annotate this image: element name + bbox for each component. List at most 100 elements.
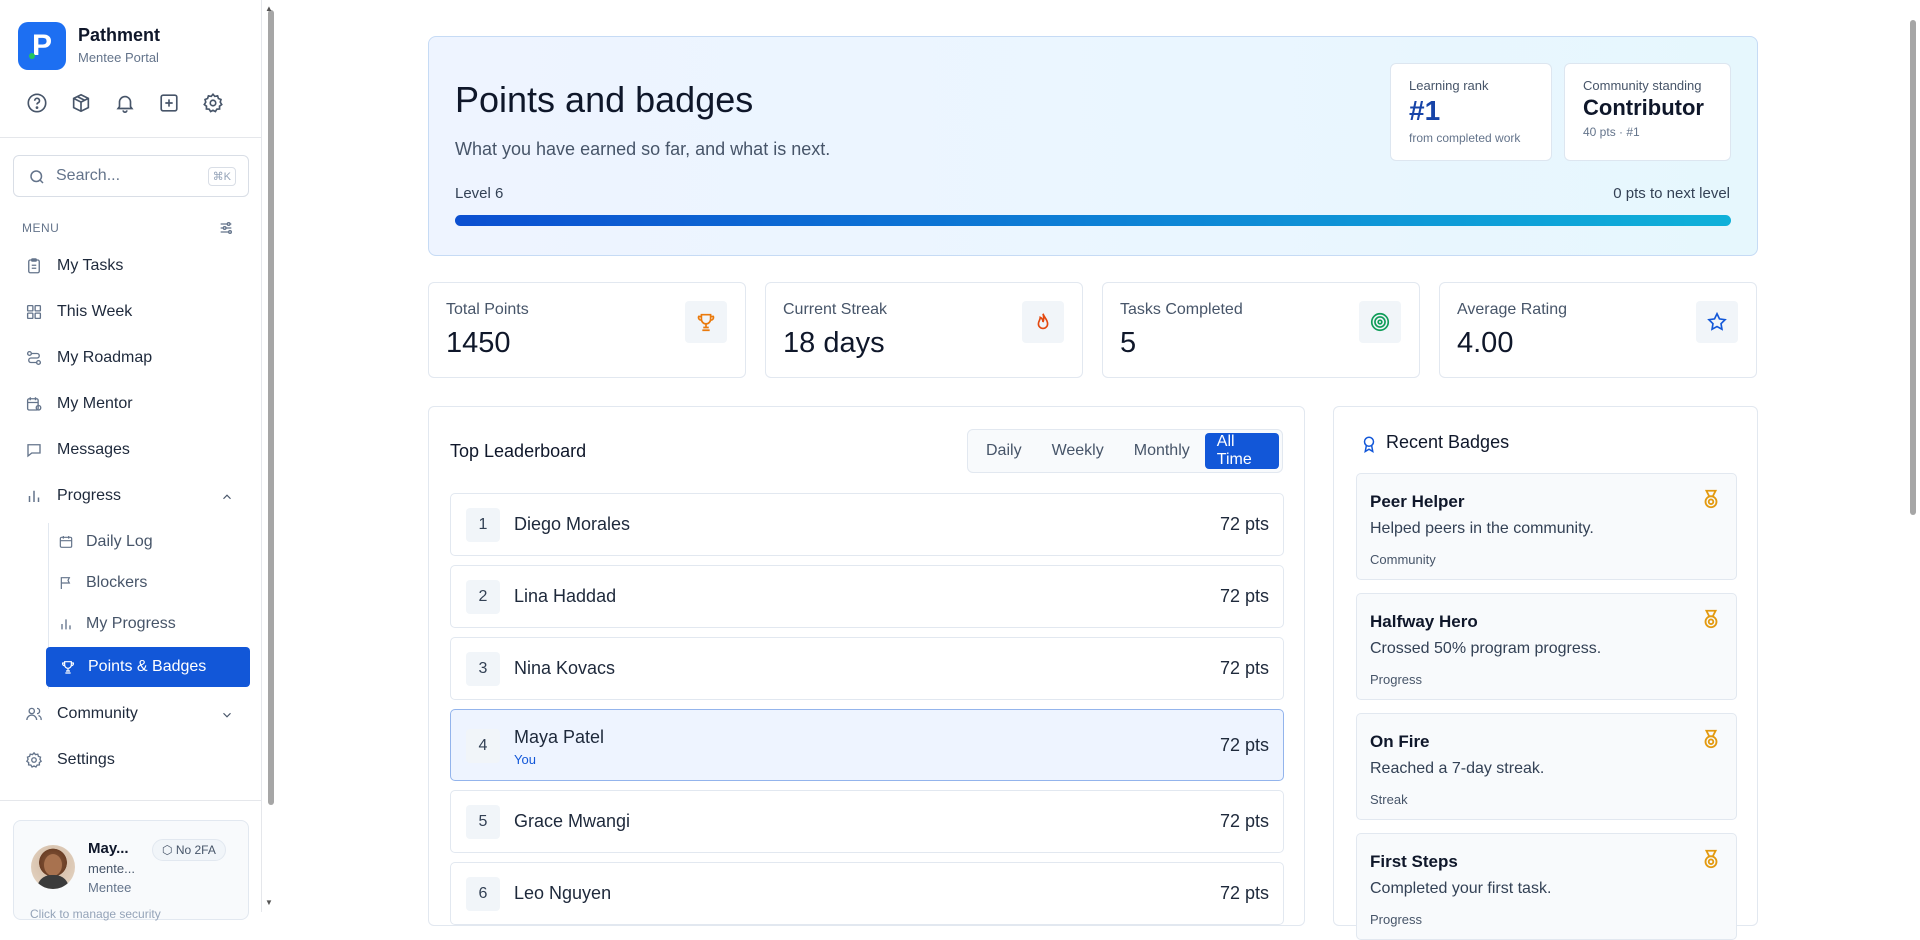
sidebar-toolbar <box>26 92 224 114</box>
award-icon <box>1363 436 1375 454</box>
sidebar-item-label: Messages <box>57 441 130 458</box>
sidebar-subitem-points-badges[interactable]: Points & Badges <box>46 647 250 687</box>
tab-all-time[interactable]: All Time <box>1204 433 1279 469</box>
badge-card[interactable]: Halfway Hero Crossed 50% program progres… <box>1356 593 1737 700</box>
sidebar-subitem-daily-log[interactable]: Daily Log <box>58 533 153 551</box>
divider <box>0 137 262 138</box>
bar-chart-icon <box>28 490 40 502</box>
target-icon <box>1370 312 1390 332</box>
sidebar-subitem-my-progress[interactable]: My Progress <box>58 615 176 633</box>
sidebar: P Pathment Mentee Portal Search... ⌘K ME… <box>0 0 262 921</box>
badge-card[interactable]: First Steps Completed your first task. P… <box>1356 833 1737 940</box>
sidebar-item-label: Progress <box>57 487 122 504</box>
chevron-down-icon[interactable] <box>220 708 234 722</box>
learning-rank-value: #1 <box>1409 95 1441 126</box>
twofa-badge[interactable]: ⬡ No 2FA <box>152 839 226 861</box>
sidebar-scrollbar-thumb[interactable] <box>268 10 274 805</box>
new-item-icon[interactable] <box>158 92 180 114</box>
badge-title: Halfway Hero <box>1370 612 1478 631</box>
sidebar-item-label: My Mentor <box>57 395 133 412</box>
leaderboard-row[interactable]: 5 Grace Mwangi 72 pts <box>450 790 1284 853</box>
sidebar-item-my-mentor[interactable]: My Mentor <box>25 395 133 413</box>
leaderboard-row[interactable]: 1 Diego Morales 72 pts <box>450 493 1284 556</box>
stat-value: 4.00 <box>1457 327 1514 359</box>
community-standing-card: Community standing Contributor 40 pts · … <box>1564 63 1731 161</box>
member-points: 72 pts <box>1219 658 1269 678</box>
user-email: mente... <box>88 861 135 876</box>
clipboard-icon <box>28 258 40 274</box>
sidebar-item-my-tasks[interactable]: My Tasks <box>25 257 123 275</box>
grid-icon <box>26 304 42 320</box>
leaderboard-tabs: Daily Weekly Monthly All Time <box>967 429 1283 473</box>
stat-value: 18 days <box>783 327 885 359</box>
leaderboard-row[interactable]: 3 Nina Kovacs 72 pts <box>450 637 1284 700</box>
badge-card[interactable]: On Fire Reached a 7-day streak. Streak <box>1356 713 1737 820</box>
tab-monthly[interactable]: Monthly <box>1119 433 1205 469</box>
tab-daily[interactable]: Daily <box>971 433 1037 469</box>
star-icon <box>1707 311 1727 331</box>
badge-card[interactable]: Peer Helper Helped peers in the communit… <box>1356 473 1737 580</box>
page-subtitle: What you have earned so far, and what is… <box>455 139 831 159</box>
leaderboard-row[interactable]: 6 Leo Nguyen 72 pts <box>450 862 1284 925</box>
sidebar-item-messages[interactable]: Messages <box>25 441 130 459</box>
sidebar-item-this-week[interactable]: This Week <box>25 303 132 321</box>
medal-icon <box>1704 849 1718 869</box>
app-logo[interactable]: P <box>18 22 66 70</box>
rank-number: 4 <box>466 729 500 763</box>
help-icon[interactable] <box>26 92 48 114</box>
search-placeholder: Search... <box>56 167 121 184</box>
app-name: Pathment <box>78 25 161 45</box>
learning-rank-sub: from completed work <box>1409 131 1521 145</box>
flag-icon <box>60 577 71 589</box>
member-points: 72 pts <box>1219 514 1269 534</box>
sidebar-item-community[interactable]: Community <box>25 705 138 723</box>
sidebar-item-settings[interactable]: Settings <box>25 751 115 769</box>
tab-weekly[interactable]: Weekly <box>1037 433 1119 469</box>
sliders-icon[interactable] <box>218 220 234 236</box>
sidebar-item-label: My Roadmap <box>57 349 153 366</box>
package-icon[interactable] <box>70 92 92 114</box>
badge-title: On Fire <box>1370 732 1430 751</box>
scroll-up-icon[interactable]: ▲ <box>265 4 273 13</box>
page-scrollbar-thumb[interactable] <box>1910 20 1916 515</box>
badge-description: Reached a 7-day streak. <box>1370 760 1545 777</box>
stat-tasks-completed: Tasks Completed 5 <box>1102 282 1420 378</box>
member-points: 72 pts <box>1219 883 1269 903</box>
chevron-up-icon[interactable] <box>220 490 234 504</box>
member-name: Lina Haddad <box>514 586 617 606</box>
member-name: Diego Morales <box>514 514 631 534</box>
user-card[interactable]: May... mente... Mentee ⬡ No 2FA Click to… <box>13 820 249 921</box>
leaderboard-row-current-user[interactable]: 4 Maya Patel You 72 pts <box>450 709 1284 781</box>
stat-icon-box <box>1696 301 1738 343</box>
learning-rank-label: Learning rank <box>1409 78 1489 93</box>
medal-icon <box>1704 489 1718 509</box>
stat-icon-box <box>685 301 727 343</box>
stat-icon-box <box>1359 301 1401 343</box>
search-input[interactable]: Search... ⌘K <box>13 155 249 197</box>
badge-category: Streak <box>1370 792 1408 807</box>
recent-badges-title: Recent Badges <box>1386 432 1510 452</box>
trophy-icon <box>61 661 75 674</box>
gear-icon[interactable] <box>202 92 224 114</box>
member-points: 72 pts <box>1219 811 1269 831</box>
sidebar-item-my-roadmap[interactable]: My Roadmap <box>25 349 152 367</box>
sidebar-item-label: Settings <box>57 751 115 768</box>
stat-label: Total Points <box>446 301 529 318</box>
stat-current-streak: Current Streak 18 days <box>765 282 1083 378</box>
scroll-down-icon[interactable]: ▼ <box>265 898 273 907</box>
member-name: Maya Patel <box>514 727 605 747</box>
sidebar-subitem-blockers[interactable]: Blockers <box>58 574 147 592</box>
stat-value: 5 <box>1120 327 1137 359</box>
rank-number: 1 <box>466 508 500 542</box>
badge-category: Progress <box>1370 912 1423 927</box>
leaderboard-row[interactable]: 2 Lina Haddad 72 pts <box>450 565 1284 628</box>
member-name: Leo Nguyen <box>514 883 612 903</box>
sidebar-subitem-label: Points & Badges <box>88 658 207 675</box>
bell-icon[interactable] <box>114 92 136 114</box>
search-shortcut: ⌘K <box>207 167 236 186</box>
badge-category: Progress <box>1370 672 1423 687</box>
stat-label: Current Streak <box>783 301 888 318</box>
badge-description: Completed your first task. <box>1370 880 1552 897</box>
medal-icon <box>1704 729 1718 749</box>
sidebar-item-progress[interactable]: Progress <box>25 487 121 505</box>
